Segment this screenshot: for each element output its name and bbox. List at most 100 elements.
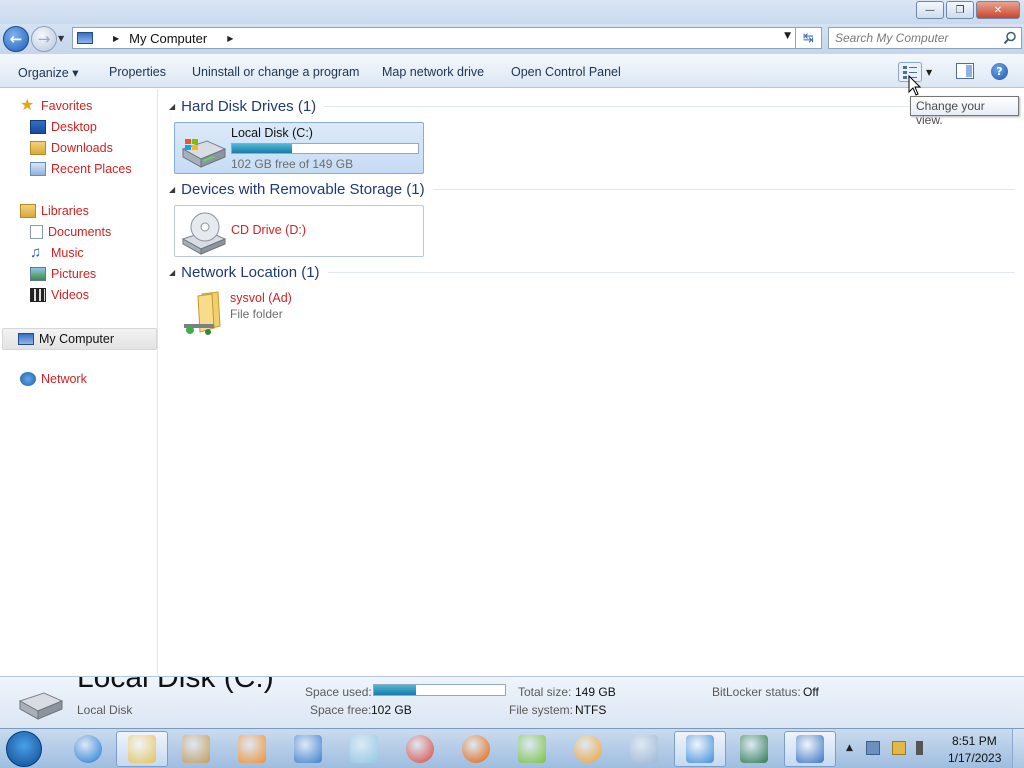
taskbar-remote-desktop-button[interactable]: [728, 731, 780, 767]
pictures-icon: [30, 267, 46, 281]
documents-icon: [30, 225, 43, 239]
group-header-network-location[interactable]: ◢ Network Location (1): [169, 264, 1015, 281]
breadcrumb-arrow-icon[interactable]: ▶: [227, 34, 233, 43]
taskbar: ▲ 8:51 PM 1/17/2023: [0, 728, 1024, 768]
view-options-dropdown-icon[interactable]: ▼: [926, 68, 932, 77]
total-size-value: 149 GB: [575, 685, 616, 699]
drive-tile-local-disk-c[interactable]: Local Disk (C:) 102 GB free of 149 GB: [174, 122, 424, 174]
group-divider: [327, 272, 1015, 273]
details-type: Local Disk: [77, 703, 133, 717]
nav-recent-places[interactable]: Recent Places: [30, 162, 132, 176]
refresh-button[interactable]: ↹: [796, 27, 822, 49]
media-player-icon: [238, 735, 266, 763]
drive-free-space: 102 GB free of 149 GB: [231, 157, 354, 171]
taskbar-calculator-button[interactable]: [618, 731, 670, 767]
clock-time[interactable]: 8:51 PM: [952, 734, 997, 748]
taskbar-windows-explorer-button[interactable]: [116, 731, 168, 767]
taskbar-chrome-button[interactable]: [394, 731, 446, 767]
group-header-removable-storage[interactable]: ◢ Devices with Removable Storage (1): [169, 181, 1015, 198]
search-icon[interactable]: [1003, 31, 1017, 45]
remote-desktop-icon: [740, 735, 768, 763]
open-control-panel-button[interactable]: Open Control Panel: [511, 65, 621, 79]
action-center-icon[interactable]: [892, 741, 906, 755]
window-controls: — ❐ ✕: [914, 1, 1020, 19]
control-panel-icon: [686, 735, 714, 763]
group-header-hard-disks[interactable]: ◢ Hard Disk Drives (1): [169, 98, 1015, 115]
clock-date[interactable]: 1/17/2023: [948, 751, 1001, 765]
address-history-dropdown-icon[interactable]: ▼: [784, 31, 791, 41]
taskbar-notepad-plus-plus-button[interactable]: [506, 731, 558, 767]
nav-documents[interactable]: Documents: [30, 225, 111, 239]
downloads-folder-icon: [30, 141, 46, 155]
minimize-button[interactable]: —: [916, 1, 944, 19]
nav-pictures[interactable]: Pictures: [30, 267, 96, 281]
taskbar-media-player-button[interactable]: [226, 731, 278, 767]
back-button[interactable]: ←: [3, 26, 29, 52]
virtual-drive-icon: [796, 735, 824, 763]
taskbar-control-panel-button[interactable]: [674, 731, 726, 767]
nav-my-computer[interactable]: My Computer: [2, 328, 157, 350]
drive-tile-cd-drive-d[interactable]: CD Drive (D:): [174, 205, 424, 257]
recent-pages-dropdown-icon[interactable]: ▼: [58, 34, 64, 43]
file-system-value: NTFS: [575, 703, 607, 717]
close-button[interactable]: ✕: [976, 1, 1020, 19]
navigation-pane: ★ Favorites Desktop Downloads Recent Pla…: [0, 89, 158, 675]
collapse-triangle-icon[interactable]: ◢: [169, 268, 175, 277]
volume-icon[interactable]: [916, 741, 930, 755]
nav-network[interactable]: Network: [20, 372, 87, 386]
network-location-sysvol[interactable]: sysvol (Ad) File folder: [174, 288, 424, 340]
taskbar-virtual-drive-button[interactable]: [784, 731, 836, 767]
restore-button[interactable]: ❐: [946, 1, 974, 19]
nav-libraries[interactable]: Libraries: [20, 204, 89, 218]
nav-videos[interactable]: Videos: [30, 288, 89, 302]
show-desktop-button[interactable]: [1012, 729, 1024, 768]
preview-pane-icon[interactable]: [956, 63, 974, 79]
network-location-type: File folder: [230, 307, 283, 321]
nav-music[interactable]: ♫ Music: [30, 245, 84, 260]
details-pane: Local Disk (C:) Local Disk Space used: S…: [0, 676, 1024, 728]
nav-desktop[interactable]: Desktop: [30, 120, 97, 134]
drive-usage-bar: [231, 143, 419, 154]
taskbar-wordpad-button[interactable]: [282, 731, 334, 767]
nav-my-computer-label: My Computer: [39, 332, 115, 346]
forward-button[interactable]: →: [31, 26, 57, 52]
taskbar-paint-button[interactable]: [170, 731, 222, 767]
nav-favorites[interactable]: ★ Favorites: [20, 97, 92, 114]
hard-disk-icon: [18, 692, 64, 720]
collapse-triangle-icon[interactable]: ◢: [169, 185, 175, 194]
breadcrumb-my-computer[interactable]: My Computer: [129, 31, 207, 46]
title-bar: — ❐ ✕: [0, 0, 1024, 24]
nav-recent-places-label: Recent Places: [51, 162, 132, 176]
nav-network-label: Network: [41, 372, 87, 386]
space-free-label: Space free:: [310, 703, 372, 717]
search-input[interactable]: [835, 29, 1005, 47]
map-network-drive-button[interactable]: Map network drive: [382, 65, 484, 79]
organize-button[interactable]: Organize ▾: [18, 65, 78, 80]
search-box[interactable]: [828, 27, 1022, 49]
taskbar-notepad-button[interactable]: [338, 731, 390, 767]
taskbar-firefox-button[interactable]: [450, 731, 502, 767]
breadcrumb-arrow-icon[interactable]: ▶: [113, 34, 119, 43]
start-button[interactable]: [6, 731, 42, 767]
address-row: ← → ▼ ▶ My Computer ▶ ▼ ↹: [0, 24, 1024, 54]
network-tray-icon[interactable]: [866, 741, 880, 755]
bitlocker-label: BitLocker status:: [712, 685, 801, 699]
group-divider: [432, 189, 1015, 190]
uninstall-program-button[interactable]: Uninstall or change a program: [192, 65, 359, 79]
collapse-triangle-icon[interactable]: ◢: [169, 102, 175, 111]
paint-icon: [182, 735, 210, 763]
nav-documents-label: Documents: [48, 225, 112, 239]
star-icon: ★: [20, 97, 35, 114]
details-title: Local Disk (C:): [77, 676, 274, 694]
windows-explorer-icon: [128, 735, 156, 763]
security-app-icon: [574, 735, 602, 763]
nav-downloads[interactable]: Downloads: [30, 141, 113, 155]
show-hidden-icons-icon[interactable]: ▲: [846, 743, 853, 753]
help-icon[interactable]: ?: [991, 63, 1008, 80]
taskbar-internet-explorer-button[interactable]: [62, 731, 114, 767]
properties-button[interactable]: Properties: [109, 65, 166, 79]
drive-name: CD Drive (D:): [231, 223, 306, 237]
taskbar-security-app-button[interactable]: [562, 731, 614, 767]
total-size-label: Total size:: [518, 685, 572, 699]
address-bar[interactable]: ▶ My Computer ▶ ▼: [72, 27, 796, 49]
